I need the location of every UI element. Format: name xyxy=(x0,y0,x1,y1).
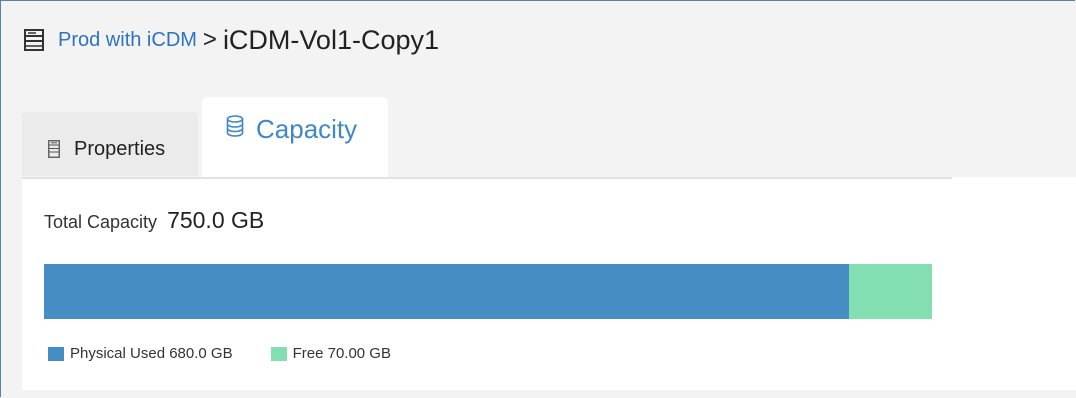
breadcrumb-parent-link[interactable]: Prod with iCDM xyxy=(58,29,197,52)
legend-label-used: Physical Used 680.0 GB xyxy=(70,345,233,362)
tab-capacity[interactable]: Capacity xyxy=(202,97,388,178)
capacity-bar xyxy=(44,264,932,319)
list-document-icon xyxy=(48,140,60,158)
capacity-bar-used-segment xyxy=(44,264,850,319)
legend-label-free: Free 70.00 GB xyxy=(292,345,391,362)
legend-item-free: Free 70.00 GB xyxy=(270,345,391,362)
tab-properties-label: Properties xyxy=(74,137,166,160)
total-capacity: Total Capacity 750.0 GB xyxy=(44,207,264,234)
tab-capacity-label: Capacity xyxy=(256,114,358,144)
tab-properties[interactable]: Properties xyxy=(22,112,198,176)
capacity-bar-free-segment xyxy=(849,264,932,319)
total-capacity-value: 750.0 GB xyxy=(167,207,265,233)
page-header: Prod with iCDM > iCDM-Vol1-Copy1 xyxy=(24,20,439,60)
page-title: iCDM-Vol1-Copy1 xyxy=(222,24,440,55)
panel-divider xyxy=(22,177,952,179)
server-icon xyxy=(24,29,44,51)
capacity-legend: Physical Used 680.0 GB Free 70.00 GB xyxy=(48,345,429,362)
database-icon xyxy=(226,115,244,137)
legend-swatch-free xyxy=(270,346,287,361)
legend-swatch-used xyxy=(48,346,64,361)
legend-item-used: Physical Used 680.0 GB xyxy=(48,345,233,362)
capacity-panel: Total Capacity 750.0 GB Physical Used 68… xyxy=(22,177,1076,390)
total-capacity-label: Total Capacity xyxy=(44,212,158,232)
breadcrumb-separator: > xyxy=(202,26,217,53)
